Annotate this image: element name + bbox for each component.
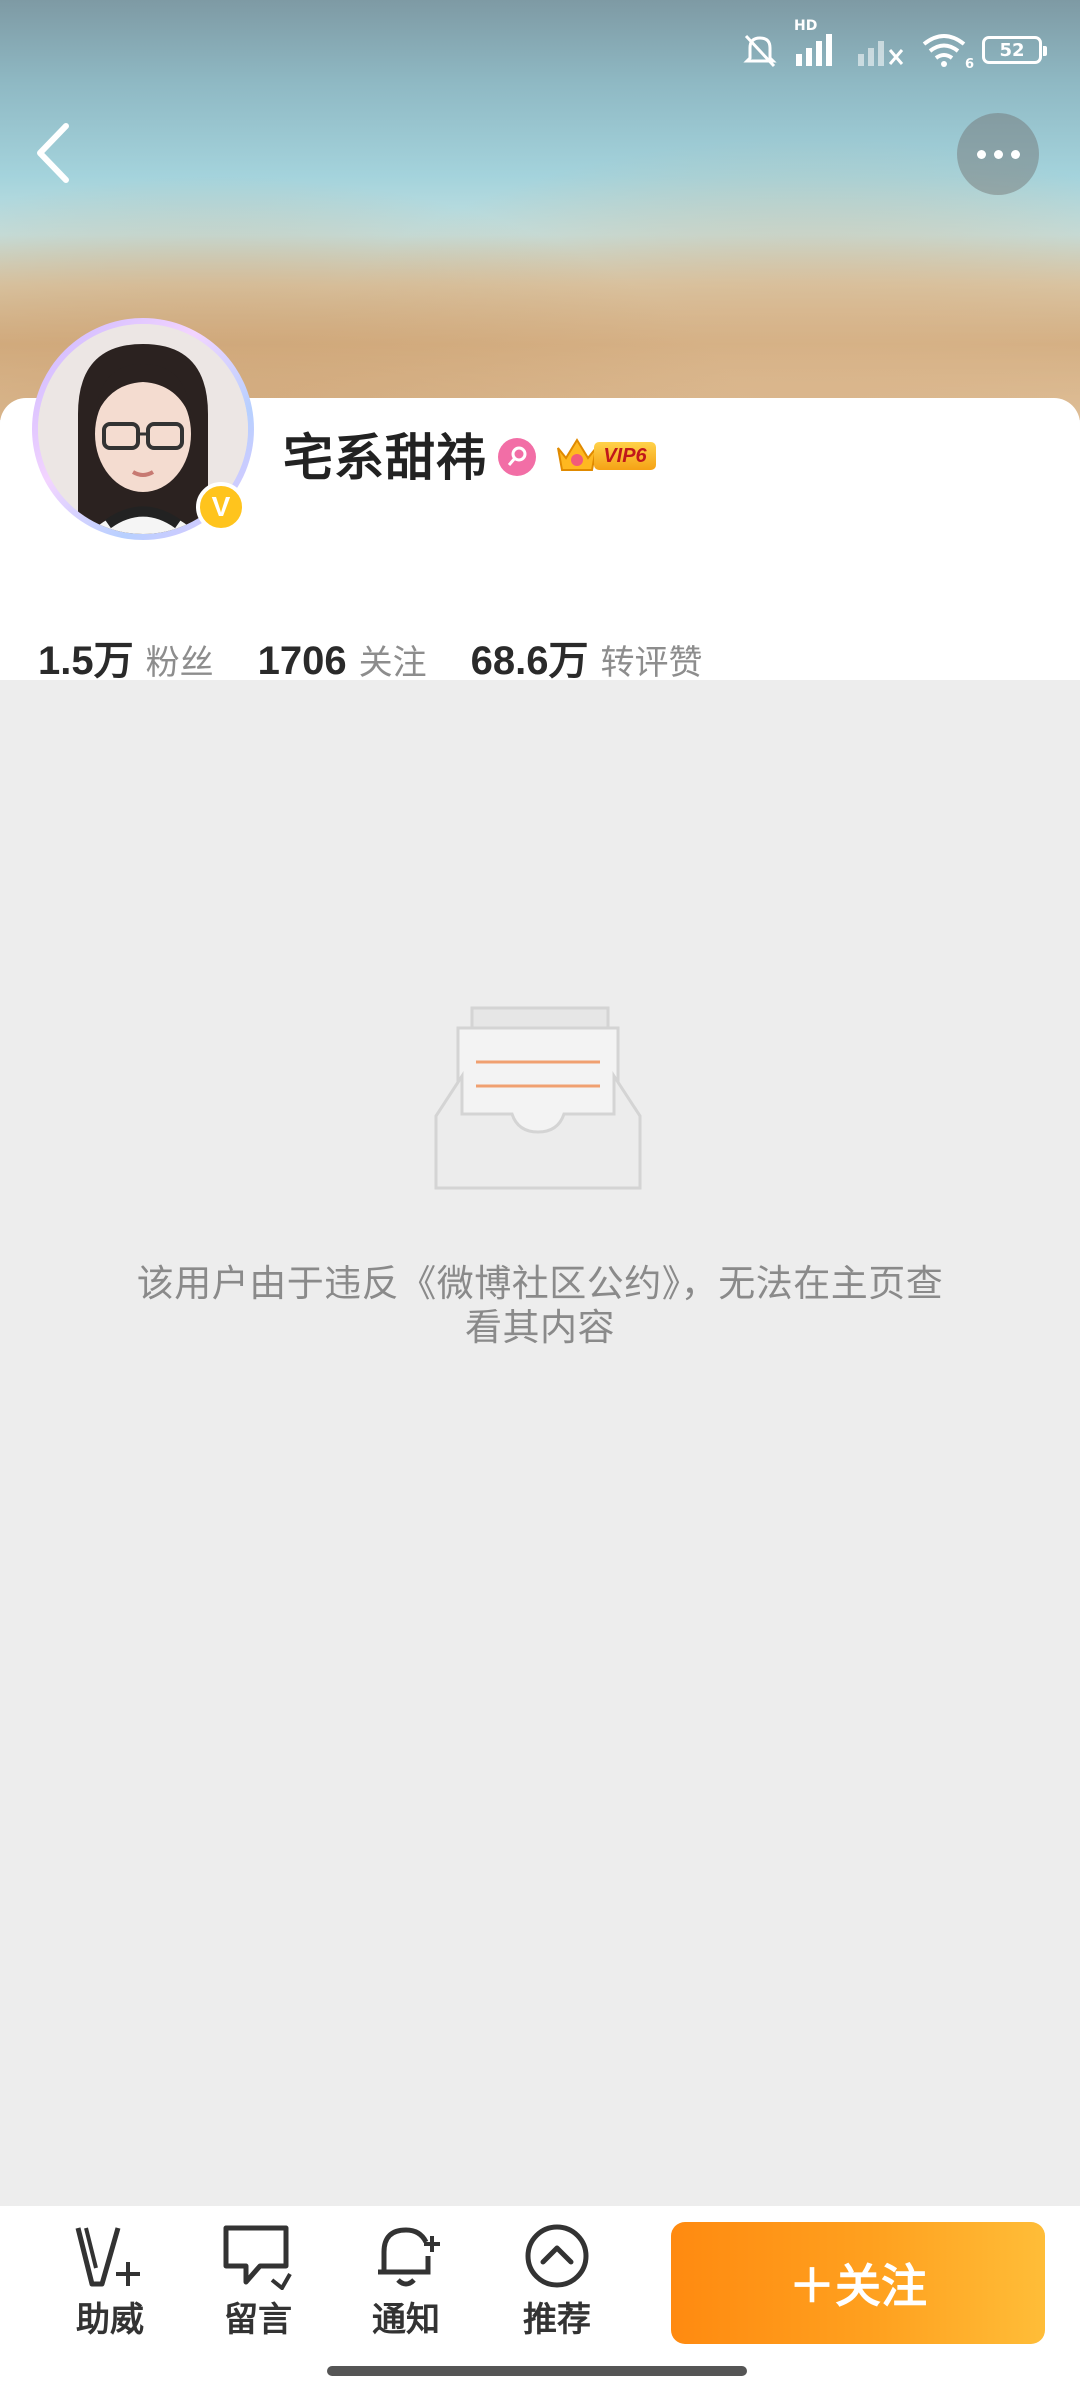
network-label: HD xyxy=(794,18,818,34)
stat-value: 68.6万 xyxy=(471,628,589,686)
wifi-icon: 6 xyxy=(920,32,974,72)
more-button[interactable] xyxy=(957,113,1039,195)
bell-plus-icon xyxy=(378,2227,440,2287)
chevron-left-icon xyxy=(37,123,69,183)
stat-unit: 万 xyxy=(548,638,589,684)
tab-label: 通知 xyxy=(372,2300,440,2340)
vip-badge[interactable]: VIP6 xyxy=(554,434,660,476)
stat-value: 1706 xyxy=(258,638,347,684)
stat-label: 转评赞 xyxy=(600,643,703,683)
tab-notify[interactable]: 通知 xyxy=(351,2222,461,2341)
recommend-up-icon xyxy=(525,2224,589,2288)
profile-name: 宅系甜祎 xyxy=(283,429,487,487)
follow-button[interactable]: ＋关注 xyxy=(671,2222,1045,2344)
verified-badge-label: V xyxy=(211,491,231,522)
more-dot xyxy=(993,149,1003,159)
signal-2-icon xyxy=(858,41,904,66)
tab-label: 助威 xyxy=(76,2300,144,2340)
tab-cheer[interactable]: 助威 xyxy=(55,2222,165,2341)
battery-icon: 52 xyxy=(982,36,1047,64)
stat-value: 1.5万 xyxy=(38,628,134,686)
wifi-sub-label: 6 xyxy=(964,57,974,72)
stat-fans[interactable]: 1.5万 粉丝 xyxy=(38,628,214,686)
tab-label: 推荐 xyxy=(523,2300,591,2340)
stat-number: 1706 xyxy=(257,639,347,683)
stat-interactions[interactable]: 68.6万 转评赞 xyxy=(471,628,703,686)
vip-level-label: VIP6 xyxy=(594,442,656,470)
stat-label: 粉丝 xyxy=(145,643,214,683)
restriction-notice-line1: 该用户由于违反《微博社区公约》，无法在主页查 xyxy=(136,1262,944,1305)
home-indicator[interactable] xyxy=(327,2366,747,2376)
profile-stats: 1.5万 粉丝 1706 关注 68.6万 转评赞 xyxy=(38,628,746,686)
more-dots-icon xyxy=(976,149,986,159)
restriction-notice: 该用户由于违反《微博社区公约》，无法在主页查 看其内容 xyxy=(100,1262,980,1350)
status-bar: HD 6 52 xyxy=(740,18,1047,72)
message-icon xyxy=(223,2225,292,2290)
mute-bell-icon xyxy=(743,34,777,68)
restriction-notice-line2: 看其内容 xyxy=(465,1306,615,1349)
tab-label: 留言 xyxy=(224,2300,292,2340)
battery-level: 52 xyxy=(999,39,1025,61)
tab-recommend[interactable]: 推荐 xyxy=(502,2222,612,2341)
empty-inbox-icon xyxy=(434,1006,642,1190)
verified-badge: V xyxy=(196,482,246,532)
stat-number: 1.5 xyxy=(38,639,94,683)
signal-icon: HD xyxy=(794,18,842,68)
more-dot xyxy=(1010,149,1020,159)
female-icon xyxy=(498,438,536,476)
stat-unit: 万 xyxy=(93,638,134,684)
cheer-icon xyxy=(75,2227,140,2287)
stat-following[interactable]: 1706 关注 xyxy=(258,635,427,684)
back-button[interactable] xyxy=(28,118,80,188)
stat-number: 68.6 xyxy=(470,639,549,683)
stat-label: 关注 xyxy=(358,643,427,683)
tab-message[interactable]: 留言 xyxy=(203,2222,313,2341)
